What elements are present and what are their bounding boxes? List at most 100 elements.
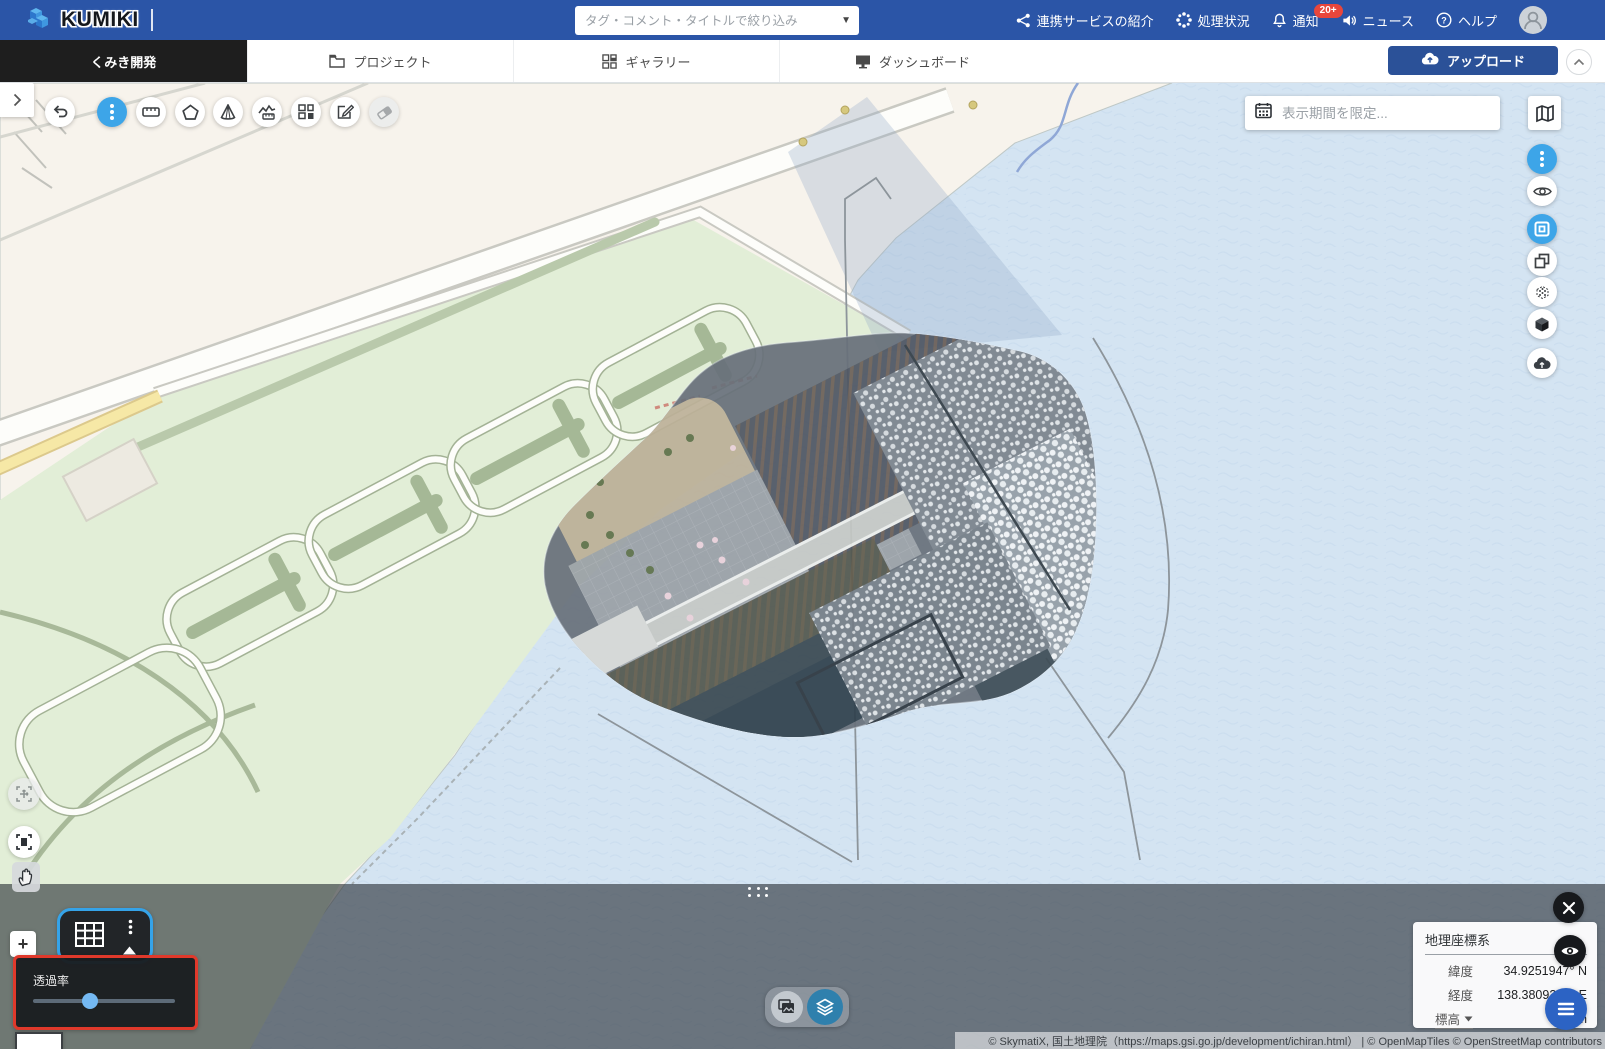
card-chevron-up-icon[interactable] — [122, 946, 137, 955]
fit-bounds-button[interactable] — [8, 778, 40, 810]
folder-icon — [329, 54, 345, 68]
opacity-slider-thumb[interactable] — [82, 993, 98, 1009]
eye-icon — [1560, 944, 1580, 958]
layers-menu-button[interactable] — [1527, 144, 1557, 174]
measure-volume-button[interactable] — [213, 97, 243, 127]
report-layout-button[interactable] — [291, 97, 321, 127]
pointcloud-view-button[interactable] — [1527, 277, 1557, 307]
annotate-button[interactable] — [330, 97, 360, 127]
collapse-header-button[interactable] — [1566, 49, 1592, 75]
gallery-grid-icon — [602, 54, 617, 69]
basemap-button[interactable] — [1528, 96, 1561, 130]
tab-project[interactable]: プロジェクト — [247, 40, 513, 82]
zoom-in-button[interactable]: + — [10, 931, 36, 957]
search-dropdown-caret-icon[interactable]: ▼ — [841, 15, 851, 26]
cloud-upload-icon — [1533, 357, 1551, 370]
chevron-up-icon — [1573, 58, 1585, 66]
navbar-search: ▼ — [575, 6, 859, 35]
map-attribution[interactable]: © SkymatiX, 国土地理院（https://maps.gsi.go.jp… — [955, 1032, 1605, 1049]
date-filter — [1245, 96, 1500, 130]
nav-item-label: 連携サービスの紹介 — [1037, 11, 1154, 30]
bell-icon — [1272, 12, 1287, 28]
fullscreen-icon — [15, 833, 33, 851]
photos-icon — [778, 999, 796, 1015]
nav-item-label: ニュース — [1363, 11, 1414, 30]
opacity-label: 透過率 — [33, 972, 69, 989]
close-sheet-button[interactable] — [1553, 892, 1584, 923]
nav-item-news[interactable]: ニュース — [1341, 11, 1414, 30]
move-icon — [15, 785, 33, 803]
geo-row-label: 緯度 — [1425, 961, 1473, 980]
card-menu-dots-icon[interactable] — [128, 919, 133, 935]
edit-pencil-icon — [337, 104, 354, 120]
visibility-button[interactable] — [1527, 176, 1557, 206]
tool-menu-button[interactable] — [97, 97, 127, 127]
layers-toggle-button[interactable] — [807, 989, 843, 1025]
help-icon: ? — [1436, 12, 1452, 28]
nav-item-status[interactable]: 処理状況 — [1176, 11, 1250, 30]
eraser-button[interactable] — [369, 97, 399, 127]
ortho-view-button[interactable] — [1527, 214, 1557, 244]
model3d-view-button[interactable] — [1527, 309, 1557, 339]
folded-map-icon — [1535, 104, 1555, 123]
upload-data-button[interactable] — [1527, 348, 1557, 378]
layout-grid-icon — [298, 104, 314, 120]
kumiki-logo[interactable]: KUMIKI — [28, 5, 139, 36]
nav-item-services[interactable]: 連携サービスの紹介 — [1016, 11, 1154, 30]
scale-box — [15, 1032, 63, 1049]
measure-area-button[interactable] — [175, 97, 205, 127]
frame-icon — [1534, 221, 1550, 237]
tab-label: くみき開発 — [91, 52, 157, 71]
main-tabbar: くみき開発 プロジェクト ギャラリー ダッシュボード — [0, 40, 1605, 83]
gear-icon — [1176, 12, 1192, 28]
upload-button[interactable]: アップロード — [1388, 46, 1558, 75]
speaker-icon — [1341, 13, 1357, 28]
layers-icon — [815, 997, 835, 1017]
search-input[interactable] — [583, 13, 835, 29]
date-range-input[interactable] — [1280, 105, 1490, 122]
nav-item-notifications[interactable]: 通知 20+ — [1272, 11, 1319, 30]
svg-text:?: ? — [1441, 15, 1447, 25]
user-avatar[interactable] — [1519, 6, 1547, 34]
eye-icon — [1533, 185, 1552, 198]
opacity-slider[interactable] — [33, 999, 175, 1003]
nav-item-help[interactable]: ? ヘルプ — [1436, 11, 1497, 30]
tab-gallery[interactable]: ギャラリー — [513, 40, 779, 82]
eraser-icon — [376, 105, 393, 120]
tab-development[interactable]: くみき開発 — [0, 40, 247, 82]
fullscreen-button[interactable] — [8, 826, 40, 858]
geo-row-label: 経度 — [1425, 985, 1473, 1004]
elevation-select[interactable]: 標高 — [1435, 1009, 1473, 1029]
nav-divider — [151, 9, 153, 31]
toggle-visibility-button[interactable] — [1554, 935, 1586, 967]
notification-badge: 20+ — [1314, 4, 1343, 18]
undo-button[interactable] — [45, 97, 75, 127]
photos-toggle-button[interactable] — [771, 991, 803, 1023]
tab-label: プロジェクト — [353, 52, 431, 71]
map-toolbar — [0, 97, 420, 127]
vertical-dots-icon — [1539, 150, 1545, 168]
point-cloud-icon — [1534, 284, 1551, 301]
cone-icon — [220, 104, 236, 121]
elevation-profile-button[interactable] — [252, 97, 282, 127]
dsm-view-button[interactable] — [1527, 246, 1557, 276]
sheet-menu-button[interactable] — [1545, 988, 1587, 1030]
tab-dashboard[interactable]: ダッシュボード — [779, 40, 1045, 82]
navbar-right: 連携サービスの紹介 処理状況 通知 20+ ニュース ? ヘルプ — [1016, 0, 1605, 40]
grid-icon — [75, 922, 105, 948]
geo-row-label: 標高 — [1425, 1009, 1473, 1029]
ruler-icon — [142, 106, 160, 118]
logo-text: KUMIKI — [61, 8, 139, 32]
calendar-icon — [1255, 102, 1272, 124]
stacked-squares-icon — [1534, 253, 1550, 269]
person-icon — [1519, 6, 1547, 34]
share-icon — [1016, 13, 1031, 28]
tab-label: ギャラリー — [625, 52, 690, 71]
undo-icon — [51, 104, 69, 120]
sheet-drag-handle[interactable] — [748, 887, 772, 899]
pentagon-icon — [182, 104, 199, 120]
measure-distance-button[interactable] — [136, 97, 166, 127]
cloud-upload-icon — [1421, 52, 1439, 69]
opacity-popover: 透過率 — [13, 955, 198, 1030]
caret-down-icon — [1464, 1016, 1473, 1022]
